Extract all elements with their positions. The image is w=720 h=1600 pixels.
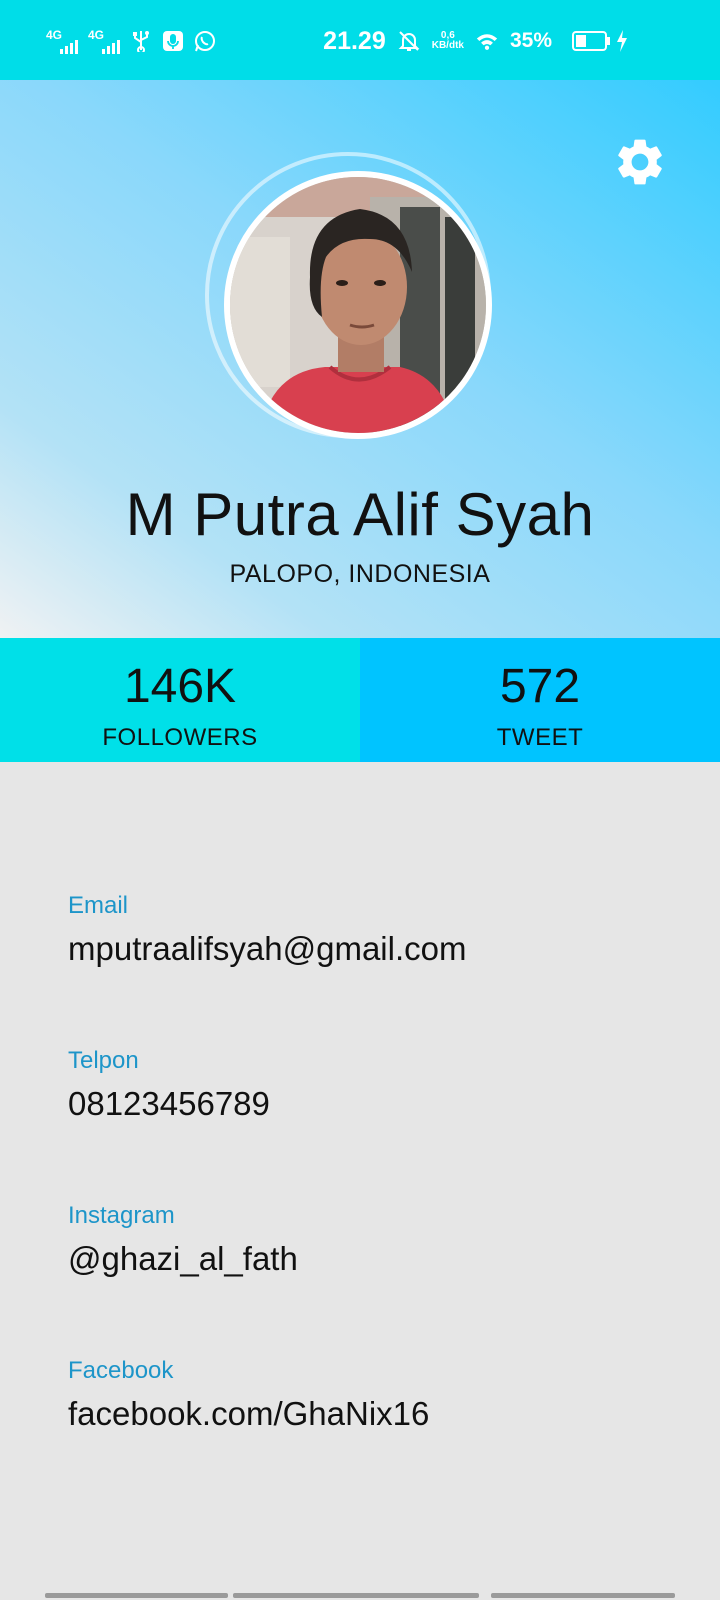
tweet-stat[interactable]: 572 TWEET: [360, 638, 720, 762]
battery-icon: [572, 30, 612, 57]
phone-label: Telpon: [68, 1047, 139, 1074]
email-field: Email mputraalifsyah@gmail.com: [68, 892, 688, 1047]
settings-button[interactable]: [612, 134, 668, 190]
profile-name: M Putra Alif Syah: [125, 481, 595, 548]
network-speed: 0,6 KB/dtk: [432, 31, 464, 51]
profile-photo: [230, 177, 486, 433]
tweet-count: 572: [499, 660, 581, 713]
gesture-navigation-bar[interactable]: [0, 1590, 720, 1600]
profile-location: PALOPO, INDONESIA: [229, 560, 491, 588]
whatsapp-icon: [194, 30, 216, 52]
mute-icon: [398, 30, 420, 52]
contact-info: Email mputraalifsyah@gmail.com Telpon 08…: [68, 892, 688, 1512]
phone-field: Telpon 08123456789: [68, 1047, 688, 1202]
usb-icon: [130, 30, 152, 52]
phone-value: 08123456789: [68, 1085, 270, 1122]
email-value: mputraalifsyah@gmail.com: [68, 930, 467, 967]
followers-label: FOLLOWERS: [102, 724, 258, 751]
facebook-label: Facebook: [68, 1357, 174, 1384]
network-type-label: 4G: [88, 28, 105, 42]
wifi-icon: [476, 30, 498, 52]
mic-notification-icon: [162, 30, 184, 52]
stats-bar: 146K FOLLOWERS 572 TWEET: [0, 638, 720, 762]
network-speed-unit: KB/dtk: [431, 40, 464, 51]
nav-handle-right[interactable]: [491, 1593, 675, 1598]
email-label: Email: [68, 892, 129, 919]
facebook-field: Facebook facebook.com/GhaNix16: [68, 1357, 688, 1512]
signal-icon: 4G: [46, 28, 78, 54]
instagram-field: Instagram @ghazi_al_fath: [68, 1202, 688, 1357]
gear-icon: [618, 139, 662, 185]
facebook-value: facebook.com/GhaNix16: [68, 1395, 430, 1432]
network-type-label: 4G: [46, 28, 63, 42]
battery-percent: 35%: [509, 29, 552, 52]
charging-icon: [616, 30, 628, 57]
nav-handle-center[interactable]: [233, 1593, 479, 1598]
instagram-value: @ghazi_al_fath: [68, 1240, 298, 1277]
status-left-icons: 4G 4G: [46, 26, 216, 56]
clock: 21.29: [323, 26, 386, 55]
tweet-label: TWEET: [496, 724, 584, 751]
nav-handle-left[interactable]: [45, 1593, 228, 1598]
profile-header: M Putra Alif Syah PALOPO, INDONESIA: [0, 80, 720, 638]
signal-icon: 4G: [88, 28, 120, 54]
followers-stat[interactable]: 146K FOLLOWERS: [0, 638, 360, 762]
avatar[interactable]: [224, 171, 492, 439]
followers-count: 146K: [123, 660, 237, 713]
instagram-label: Instagram: [68, 1202, 175, 1229]
status-bar: 4G 4G 21.29 0,6 KB/dtk 35%: [0, 0, 720, 80]
